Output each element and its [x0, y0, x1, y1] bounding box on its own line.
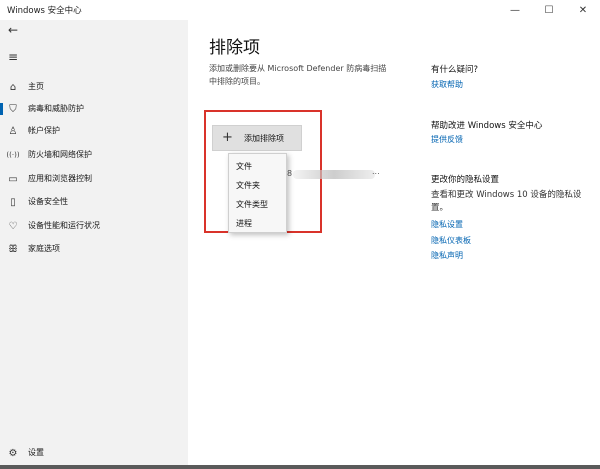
exclusion-type-menu: 文件 文件夹 文件类型 进程 — [228, 153, 287, 233]
close-button[interactable]: ✕ — [566, 0, 600, 20]
sidebar-item-label: 病毒和威胁防护 — [28, 104, 84, 113]
menu-item-file[interactable]: 文件 — [229, 157, 286, 176]
get-help-link[interactable]: 获取帮助 — [431, 79, 463, 90]
browser-icon: ▭ — [8, 173, 18, 185]
sidebar-item-family-options[interactable]: ꕥ 家庭选项 — [0, 238, 188, 260]
menu-item-file-type[interactable]: 文件类型 — [229, 195, 286, 214]
hamburger-menu-icon[interactable]: ≡ — [6, 50, 20, 64]
add-exclusion-button[interactable]: + 添加排除项 — [212, 125, 302, 151]
sidebar-item-device-performance[interactable]: ♡ 设备性能和运行状况 — [0, 215, 188, 237]
heart-icon: ♡ — [8, 220, 18, 232]
exclusion-item-start: 8 — [287, 169, 293, 178]
privacy-statement-link[interactable]: 隐私声明 — [431, 250, 463, 261]
feedback-link[interactable]: 提供反馈 — [431, 134, 463, 145]
sidebar-item-settings[interactable]: ⚙ 设置 — [0, 442, 188, 464]
home-icon: ⌂ — [9, 81, 17, 93]
menu-item-label: 进程 — [236, 219, 252, 228]
add-exclusion-label: 添加排除项 — [244, 134, 284, 143]
sidebar-item-account-protection[interactable]: ♙ 帐户保护 — [0, 120, 188, 142]
wifi-icon: ((·)) — [6, 151, 20, 159]
family-icon: ꕥ — [8, 243, 18, 255]
sidebar-item-home[interactable]: ⌂ 主页 — [0, 76, 188, 98]
sidebar-item-label: 帐户保护 — [28, 126, 60, 135]
sidebar-item-label: 家庭选项 — [28, 244, 60, 253]
window-title: Windows 安全中心 — [7, 6, 82, 16]
back-arrow-icon[interactable]: ← — [6, 23, 20, 37]
sidebar-item-label: 设置 — [28, 448, 44, 457]
page-title: 排除项 — [209, 38, 260, 58]
title-bar: Windows 安全中心 — ☐ ✕ — [0, 0, 600, 20]
shield-icon: ⛉ — [9, 103, 17, 115]
menu-item-folder[interactable]: 文件夹 — [229, 176, 286, 195]
sidebar-item-virus-protection[interactable]: ⛉ 病毒和威胁防护 — [0, 98, 188, 120]
questions-heading: 有什么疑问? — [431, 65, 479, 75]
taskbar-edge — [0, 465, 600, 469]
privacy-description: 查看和更改 Windows 10 设备的隐私设置。 — [431, 190, 582, 213]
menu-item-label: 文件类型 — [236, 200, 268, 209]
sidebar-item-label: 应用和浏览器控制 — [28, 174, 92, 183]
sidebar: ← ≡ ⌂ 主页 ⛉ 病毒和威胁防护 ♙ 帐户保护 ((·)) 防火墙和网络保护… — [0, 20, 188, 469]
plus-icon: + — [222, 130, 233, 145]
blurred-exclusion-item — [293, 170, 375, 179]
privacy-heading: 更改你的隐私设置 — [431, 175, 500, 185]
gear-icon: ⚙ — [8, 447, 18, 459]
sidebar-item-firewall[interactable]: ((·)) 防火墙和网络保护 — [0, 144, 188, 166]
sidebar-item-label: 防火墙和网络保护 — [28, 150, 92, 159]
maximize-button[interactable]: ☐ — [532, 0, 566, 20]
privacy-settings-link[interactable]: 隐私设置 — [431, 219, 463, 230]
page-description: 添加或删除要从 Microsoft Defender 防病毒扫描中排除的项目。 — [209, 64, 387, 86]
active-indicator — [0, 103, 3, 115]
minimize-button[interactable]: — — [498, 0, 532, 20]
sidebar-item-app-browser[interactable]: ▭ 应用和浏览器控制 — [0, 168, 188, 190]
sidebar-item-label: 设备安全性 — [28, 197, 68, 206]
sidebar-item-device-security[interactable]: ▯ 设备安全性 — [0, 191, 188, 213]
exclusion-item-end: ... — [372, 167, 380, 176]
sidebar-item-label: 主页 — [28, 82, 44, 91]
improve-heading: 帮助改进 Windows 安全中心 — [431, 121, 543, 131]
menu-item-label: 文件 — [236, 162, 252, 171]
menu-item-label: 文件夹 — [236, 181, 260, 190]
device-icon: ▯ — [10, 196, 16, 208]
privacy-dashboard-link[interactable]: 隐私仪表板 — [431, 235, 471, 246]
sidebar-item-label: 设备性能和运行状况 — [28, 221, 100, 230]
person-icon: ♙ — [8, 125, 18, 137]
menu-item-process[interactable]: 进程 — [229, 214, 286, 233]
